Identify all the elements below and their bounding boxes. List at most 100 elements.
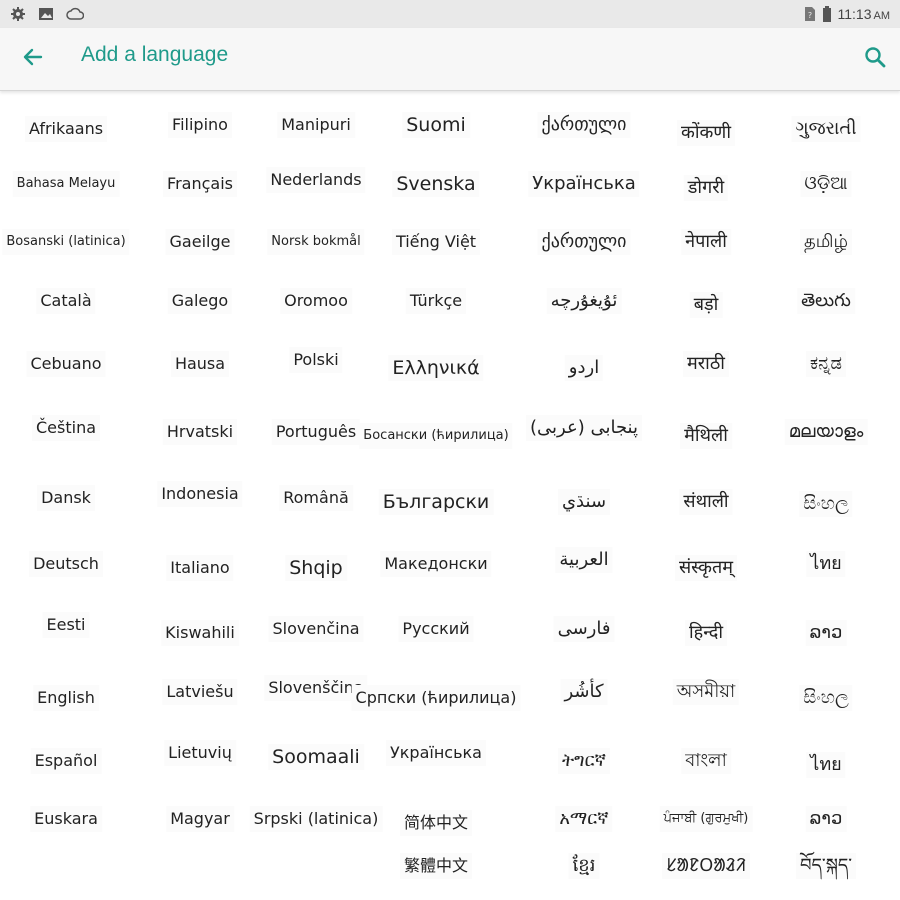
language-option[interactable]: Soomaali — [268, 744, 364, 770]
language-option[interactable]: Српски (ћирилица) — [351, 685, 521, 711]
language-option[interactable]: Svenska — [392, 171, 480, 197]
language-option[interactable]: Cebuano — [26, 351, 106, 377]
language-option[interactable]: Afrikaans — [24, 116, 108, 142]
language-option[interactable]: Srpski (latinica) — [249, 806, 383, 832]
language-option[interactable]: Latviešu — [162, 679, 238, 705]
language-option[interactable]: አማርኛ — [555, 806, 613, 832]
language-option[interactable]: Hrvatski — [162, 419, 238, 445]
language-option[interactable]: Türkçe — [405, 288, 467, 314]
search-button[interactable] — [860, 45, 890, 73]
language-option[interactable]: English — [33, 685, 99, 711]
language-option[interactable]: ਪੰਜਾਬੀ (ਗੁਰਮੁਖੀ) — [659, 806, 753, 832]
language-option[interactable]: Nederlands — [266, 167, 366, 193]
language-option[interactable]: བོད་སྐད་ — [795, 853, 857, 879]
language-option[interactable]: Italiano — [166, 555, 234, 581]
language-option[interactable]: Eesti — [42, 612, 90, 638]
language-option[interactable]: Tiếng Việt — [391, 229, 481, 255]
language-option[interactable]: Dansk — [37, 485, 95, 511]
language-option[interactable]: Filipino — [168, 112, 232, 138]
language-option[interactable]: Deutsch — [29, 551, 103, 577]
language-option[interactable]: Bosanski (latinica) — [2, 229, 130, 255]
language-option[interactable]: ᱥᱟᱱᱛᱟᱲᱤ — [661, 853, 751, 879]
language-option[interactable]: অসমীয়া — [672, 679, 740, 705]
language-option[interactable]: ไทย — [806, 551, 846, 577]
search-icon — [864, 46, 886, 72]
language-option[interactable]: Norsk bokmål — [267, 229, 365, 255]
language-option[interactable]: नेपाली — [681, 229, 731, 255]
language-option[interactable]: Македонски — [380, 551, 492, 577]
language-option[interactable]: संस्कृतम् — [674, 555, 738, 581]
language-option[interactable]: Русский — [398, 616, 474, 642]
language-option[interactable]: Bahasa Melayu — [12, 171, 120, 197]
language-option[interactable]: Українська — [528, 171, 640, 197]
language-option[interactable]: मराठी — [683, 351, 729, 377]
language-option[interactable]: Indonesia — [157, 481, 243, 507]
cloud-icon — [66, 7, 84, 21]
gear-icon — [10, 6, 26, 22]
language-option[interactable]: پنجابی (عربی) — [525, 415, 643, 441]
language-option[interactable]: Português — [271, 419, 361, 445]
back-button[interactable] — [18, 45, 48, 73]
language-option[interactable]: Oromoo — [280, 288, 352, 314]
language-option[interactable]: اردو — [564, 355, 604, 381]
language-option[interactable]: Suomi — [402, 112, 470, 138]
language-option[interactable]: Español — [30, 748, 102, 774]
language-option[interactable]: Gaeilge — [165, 229, 235, 255]
language-option[interactable]: ខ្មែរ — [568, 853, 600, 879]
status-bar-left — [10, 6, 84, 22]
language-option[interactable]: ଓଡ଼ିଆ — [800, 171, 852, 197]
language-option[interactable]: తెలుగు — [797, 288, 855, 314]
language-option[interactable]: Galego — [167, 288, 233, 314]
language-option[interactable]: Shqip — [285, 555, 347, 581]
language-option[interactable]: Manipuri — [277, 112, 355, 138]
svg-text:?: ? — [807, 11, 811, 20]
status-bar-right: ? 11:13 AM — [804, 6, 890, 22]
language-option[interactable]: فارسی — [553, 616, 615, 642]
language-option[interactable]: ქართული — [537, 112, 631, 138]
language-option[interactable]: बड़ो — [689, 292, 723, 318]
language-option[interactable]: Polski — [289, 347, 343, 373]
language-option[interactable]: हिन्दी — [684, 620, 728, 646]
language-option[interactable]: ქართული — [537, 229, 631, 255]
app-bar: Add a language — [0, 28, 900, 91]
language-option[interactable]: ગુજરાતી — [791, 116, 861, 142]
language-option[interactable]: Euskara — [30, 806, 102, 832]
language-option[interactable]: ئۇيغۇرچە — [546, 288, 622, 314]
language-option[interactable]: සිංහල — [799, 491, 853, 517]
language-option[interactable]: தமிழ் — [800, 229, 852, 255]
language-option[interactable]: ລາວ — [805, 620, 847, 646]
language-option[interactable]: Català — [36, 288, 96, 314]
battery-icon — [822, 6, 832, 22]
language-option[interactable]: Français — [163, 171, 237, 197]
language-option[interactable]: ትግርኛ — [558, 748, 610, 774]
language-option[interactable]: Български — [378, 489, 494, 515]
language-option[interactable]: سنڌي — [557, 489, 611, 515]
language-option[interactable]: Română — [279, 485, 353, 511]
language-option[interactable]: മലയാളം — [784, 419, 868, 445]
language-option[interactable]: 简体中文 — [399, 810, 473, 836]
language-option[interactable]: डोगरी — [683, 175, 729, 201]
language-option[interactable]: Hausa — [170, 351, 230, 377]
language-option[interactable]: كأشُر — [560, 679, 608, 705]
language-option[interactable]: Kiswahili — [161, 620, 239, 646]
language-option[interactable]: Slovenčina — [268, 616, 364, 642]
language-option[interactable]: ລາວ — [805, 806, 847, 832]
image-icon — [38, 7, 54, 21]
language-option[interactable]: العربية — [555, 547, 613, 573]
language-option[interactable]: Українська — [386, 740, 486, 766]
language-option[interactable]: Čeština — [31, 415, 101, 441]
language-option[interactable]: Босански (ћирилица) — [359, 423, 513, 449]
status-bar: ? 11:13 AM — [0, 0, 900, 28]
language-option[interactable]: ಕನ್ನಡ — [805, 351, 847, 377]
language-option[interactable]: বাংলা — [681, 748, 731, 774]
language-option[interactable]: संथाली — [679, 489, 733, 515]
language-grid: Afrikaans Filipino Manipuri Suomi ქართული कों… — [0, 92, 900, 900]
language-option[interactable]: Ελληνικά — [388, 355, 484, 381]
language-option[interactable]: ไทย — [806, 752, 846, 778]
language-option[interactable]: Magyar — [166, 806, 234, 832]
language-option[interactable]: සිංහල — [799, 685, 853, 711]
language-option[interactable]: Lietuvių — [164, 740, 236, 766]
language-option[interactable]: 繁體中文 — [399, 853, 473, 879]
language-option[interactable]: मैथिली — [680, 423, 732, 449]
language-option[interactable]: कोंकणी — [677, 120, 735, 146]
